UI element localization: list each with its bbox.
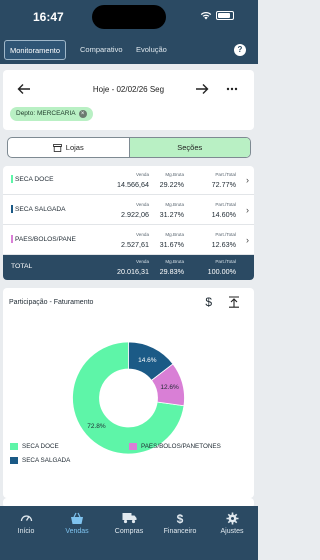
nav-label: Compras [114,528,144,535]
legend-item: PAES/BOLOS/PANETONES [129,443,221,450]
row-color-swatch [11,205,13,213]
legend-swatch [10,457,18,464]
table-row[interactable]: PAES/BOLOS/PANE Venda Mg.Bruta Part./Tot… [3,226,254,255]
share-value: 14.60% [211,210,236,219]
nav-label: Vendas [65,528,89,535]
status-bar: 16:47 [0,0,258,36]
store-icon [52,143,62,152]
margin-header: Mg.Bruta [165,232,184,237]
sections-table: SECA DOCE Venda Mg.Bruta Part./Total 14.… [3,166,254,280]
share-header: Part./Total [215,232,236,237]
legend-label: SECA DOCE [22,443,59,450]
tab-evolucao[interactable]: Evolução [131,40,172,60]
legend-item: SECA SALGADA [10,457,70,464]
export-icon[interactable] [228,296,240,308]
share-header: Part./Total [215,172,236,177]
margin-header: Mg.Bruta [165,259,184,264]
margin-value: 31.27% [159,210,184,219]
nav-label: Ajustes [220,528,244,535]
sales-header: Venda [135,172,149,177]
total-sales-value: 20.016,31 [117,267,149,276]
chart-title: Participação - Faturamento [9,299,94,306]
date-card: Hoje - 02/02/26 Seg Depto: MERCEARIA × [3,70,254,130]
wifi-icon [200,12,212,20]
donut-slice-label: 72.8% [87,423,106,430]
date-label: Hoje - 02/02/26 Seg [92,85,165,94]
nav-inicio[interactable]: Início [1,512,51,535]
tab-monitoramento[interactable]: Monitoramento [4,40,67,60]
basket-icon [71,512,83,524]
currency-toggle-button[interactable]: $ [205,295,212,309]
share-value: 12.63% [211,240,236,249]
tab-comparativo[interactable]: Comparativo [75,40,128,60]
chevron-right-icon[interactable]: › [246,235,249,245]
total-share-value: 100.00% [207,267,236,276]
share-header: Part./Total [215,202,236,207]
status-icons [200,11,234,20]
legend-swatch [129,443,137,450]
sales-header: Venda [135,232,149,237]
margin-header: Mg.Bruta [165,202,184,207]
total-row: TOTAL Venda Mg.Bruta Part./Total 20.016,… [3,255,254,280]
nav-compras[interactable]: Compras [104,512,154,535]
sales-value: 2.922,06 [121,210,149,219]
sales-value: 14.566,64 [117,180,149,189]
row-color-swatch [11,235,13,243]
nav-ajustes[interactable]: Ajustes [207,512,257,535]
dollar-icon: $ [176,512,184,526]
sales-value: 2.527,61 [121,240,149,249]
table-row[interactable]: SECA SALGADA Venda Mg.Bruta Part./Total … [3,196,254,225]
row-name: SECA DOCE [15,175,54,183]
segment-lojas[interactable]: Lojas [8,138,129,157]
more-options-icon[interactable] [226,87,238,91]
total-margin-value: 29.83% [159,267,184,276]
next-day-arrow-icon[interactable] [195,82,209,96]
chip-close-icon[interactable]: × [78,110,87,118]
legend-swatch [10,443,18,450]
donut-chart: 72.8% 14.6% 12.6% [72,341,185,455]
margin-value: 29.22% [159,180,184,189]
donut-slice-label: 12.6% [160,384,179,391]
margin-value: 31.67% [159,240,184,249]
share-header: Part./Total [215,259,236,264]
truck-icon [122,513,136,524]
table-row[interactable]: SECA DOCE Venda Mg.Bruta Part./Total 14.… [3,166,254,195]
gear-icon [226,512,238,525]
row-name: SECA SALGADA [15,205,66,213]
segment-secoes-label: Seções [177,143,203,152]
row-color-swatch [11,175,13,183]
nav-financeiro[interactable]: $ Financeiro [155,512,205,535]
help-button[interactable]: ? [234,44,246,56]
segment-lojas-label: Lojas [65,143,84,152]
nav-label: Início [17,528,35,535]
segment-secoes[interactable]: Seções [128,138,250,157]
share-value: 72.77% [211,180,236,189]
legend-label: PAES/BOLOS/PANETONES [141,443,221,450]
chevron-right-icon[interactable]: › [246,205,249,215]
chevron-right-icon[interactable]: › [246,175,249,185]
total-label: TOTAL [11,263,33,270]
row-name: PAES/BOLOS/PANE [15,235,76,243]
gauge-icon [20,515,32,522]
bottom-nav: Início Vendas Compras $ Financeiro Ajust… [0,506,258,560]
battery-icon [216,11,234,20]
camera-notch [92,5,166,29]
donut-slice-label: 14.6% [138,357,157,364]
sales-header: Venda [135,259,149,264]
chip-label: Depto: MERCEARIA [16,110,76,117]
nav-label: Financeiro [163,528,197,535]
nav-vendas[interactable]: Vendas [52,512,102,535]
margin-header: Mg.Bruta [165,172,184,177]
view-segmented-control: Lojas Seções [7,137,251,158]
department-filter-chip[interactable]: Depto: MERCEARIA × [10,107,93,121]
top-nav: Monitoramento Comparativo Evolução ? [0,36,258,64]
status-time: 16:47 [33,10,64,24]
legend-item: SECA DOCE [10,443,59,450]
legend-label: SECA SALGADA [22,457,71,464]
sales-header: Venda [135,202,149,207]
participation-chart-card: Participação - Faturamento $ 72.8% 14.6% 1… [3,288,254,498]
